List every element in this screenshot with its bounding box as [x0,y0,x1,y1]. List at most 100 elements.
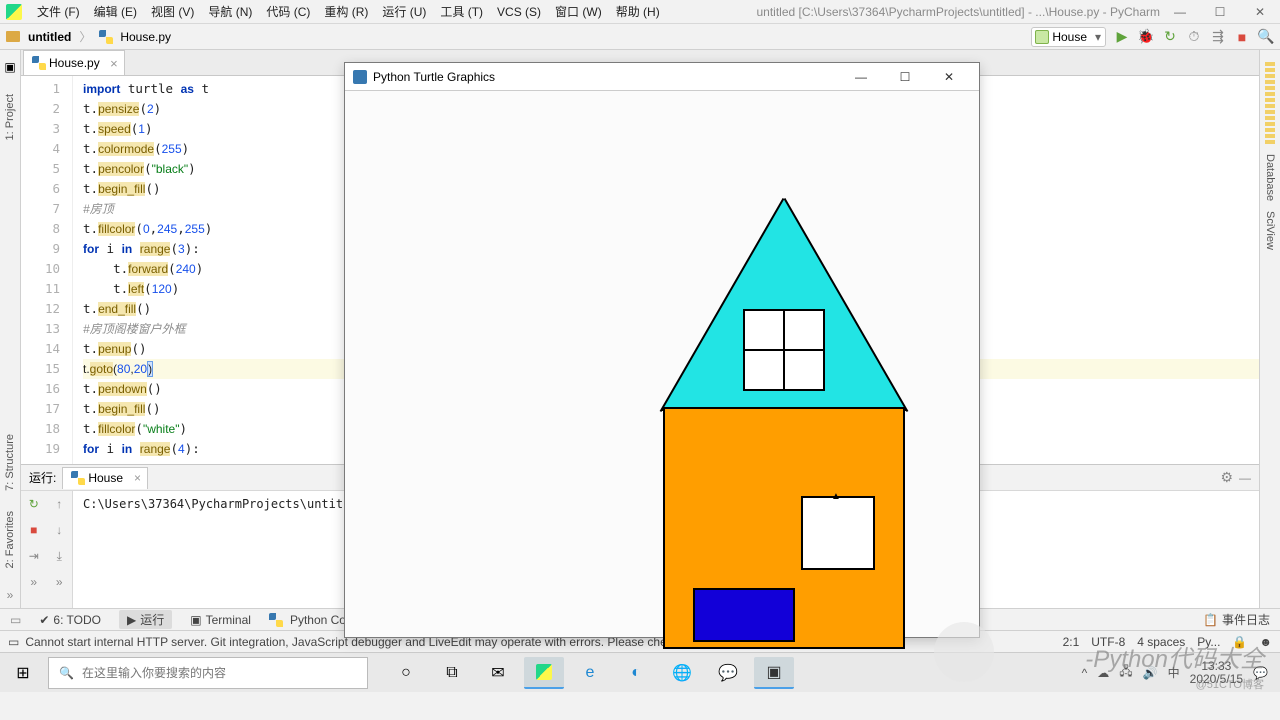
menu-window[interactable]: 窗口 (W) [548,1,609,22]
file-encoding[interactable]: UTF-8 [1091,635,1125,649]
attach-button[interactable]: ⇶ [1210,29,1226,45]
project-tool-label[interactable]: 1: Project [4,94,16,140]
project-tool-icon[interactable]: ▣ [4,60,15,74]
ime-icon[interactable]: 中 [1168,664,1180,681]
turtle-title: Python Turtle Graphics [373,70,495,84]
more-icon[interactable]: » [56,575,63,589]
debug-button[interactable]: 🐞 [1138,29,1154,45]
turtle-close-button[interactable]: ✕ [927,63,971,91]
interpreter-info[interactable]: Py... [1197,635,1220,649]
side-window-shape [801,496,875,570]
run-config-selector[interactable]: House [1031,27,1106,47]
terminal-tab[interactable]: ▣ Terminal [190,613,251,627]
wechat-icon[interactable]: 💬 [708,657,748,689]
menu-navigate[interactable]: 导航 (N) [201,1,259,22]
chrome-icon[interactable]: 🌐 [662,657,702,689]
turtle-canvas: ▲ [345,91,979,637]
breadcrumb-file[interactable]: House.py [120,30,171,44]
right-tool-stripe[interactable]: Database SciView [1259,50,1280,608]
close-button[interactable]: ✕ [1240,0,1280,26]
minimize-button[interactable]: — [1160,0,1200,26]
turtle-app-icon [353,70,367,84]
python-file-icon [99,30,113,44]
line-number-gutter[interactable]: 12345678910111213141516171819 [21,76,73,464]
breadcrumb-separator: 〉 [79,28,91,45]
run-button[interactable]: ▶ [1114,29,1130,45]
turtle-cursor: ▲ [831,491,841,502]
indent-info[interactable]: 4 spaces [1137,635,1185,649]
run-tab[interactable]: House × [62,467,148,489]
todo-tab[interactable]: ✔ 6: TODO [39,613,101,627]
caret-position[interactable]: 2:1 [1063,635,1080,649]
close-run-tab-icon[interactable]: × [134,471,141,485]
search-placeholder: 在这里输入你要搜索的内容 [82,664,226,681]
turtle-maximize-button[interactable]: ☐ [883,63,927,91]
stop-button[interactable]: ■ [1234,29,1250,45]
menu-code[interactable]: 代码 (C) [259,1,317,22]
run-tab-bottom[interactable]: ▶ 运行 [119,610,172,629]
close-tab-icon[interactable]: × [110,56,118,71]
error-stripe[interactable] [1265,62,1275,144]
down-icon[interactable]: ↓ [56,523,62,537]
network-icon[interactable]: 🖧 [1119,662,1132,683]
stop-process-icon[interactable]: ■ [30,523,37,537]
pycharm-task-icon[interactable] [524,657,564,689]
hector-icon[interactable]: ☻ [1259,635,1272,649]
database-tool-label[interactable]: Database [1264,154,1276,201]
run-minimize-icon[interactable]: — [1239,471,1251,485]
ie-icon[interactable]: e [570,657,610,689]
structure-tool-label[interactable]: 7: Structure [4,434,16,491]
menu-refactor[interactable]: 重构 (R) [317,1,375,22]
editor-tab-house[interactable]: House.py × [23,50,125,75]
menu-edit[interactable]: 编辑 (E) [87,1,144,22]
menu-file[interactable]: 文件 (F) [30,1,87,22]
run-settings-icon[interactable]: ⚙ [1220,469,1233,486]
collapse-icon[interactable]: » [7,588,14,602]
editor-tab-label: House.py [49,56,100,70]
sciview-tool-label[interactable]: SciView [1264,211,1276,250]
breadcrumb-project[interactable]: untitled [28,30,71,44]
taskview-icon[interactable]: ⧉ [432,657,472,689]
run-with-coverage-button[interactable]: ↻ [1162,29,1178,45]
cortana-icon[interactable]: ○ [386,657,426,689]
run-tab-label: House [88,471,123,485]
event-log-tab[interactable]: 📋 事件日志 [1203,611,1270,628]
taskbar-search[interactable]: 🔍 在这里输入你要搜索的内容 [48,657,368,689]
run-toolbar[interactable]: ↻ ↑ ■ ↓ ⇥ ⤓ » » [21,491,73,608]
tray-expand-icon[interactable]: ^ [1082,666,1088,680]
windows-taskbar[interactable]: ⊞ 🔍 在这里输入你要搜索的内容 ○ ⧉ ✉ e ◐ 🌐 💬 ▣ ^ ☁ 🖧 🔊… [0,652,1280,692]
menu-tools[interactable]: 工具 (T) [433,1,490,22]
maximize-button[interactable]: ☐ [1200,0,1240,26]
menu-help[interactable]: 帮助 (H) [609,1,667,22]
lock-icon[interactable]: 🔒 [1232,635,1247,649]
left-tool-stripe[interactable]: ▣ 1: Project 7: Structure 2: Favorites » [0,50,21,608]
menubar[interactable]: 文件 (F) 编辑 (E) 视图 (V) 导航 (N) 代码 (C) 重构 (R… [0,0,1280,24]
volume-icon[interactable]: 🔊 [1143,666,1158,680]
scroll-icon[interactable]: ⤓ [57,549,62,564]
edge-icon[interactable]: ◐ [616,657,656,689]
up-icon[interactable]: ↑ [56,497,62,511]
menu-run[interactable]: 运行 (U) [375,1,433,22]
python-file-icon [71,471,85,485]
mail-icon[interactable]: ✉ [478,657,518,689]
profile-button[interactable]: ⏱ [1186,29,1202,45]
rerun-icon[interactable]: ↻ [29,497,39,511]
menu-view[interactable]: 视图 (V) [144,1,201,22]
python-task-icon[interactable]: ▣ [754,657,794,689]
turtle-titlebar[interactable]: Python Turtle Graphics — ☐ ✕ [345,63,979,91]
expand-icon[interactable]: » [30,575,37,589]
attic-window-shape [743,309,825,391]
toggle-soft-wrap-icon[interactable]: ⇥ [29,549,39,563]
hide-icon[interactable]: ▭ [10,613,21,627]
onedrive-icon[interactable]: ☁ [1097,666,1109,680]
search-everywhere-button[interactable]: 🔍 [1258,29,1274,45]
folder-icon [6,31,20,42]
python-file-icon [32,56,46,70]
turtle-window[interactable]: Python Turtle Graphics — ☐ ✕ ▲ [344,62,980,638]
window-title: untitled [C:\Users\37364\PycharmProjects… [757,5,1161,19]
start-button[interactable]: ⊞ [0,653,46,693]
turtle-minimize-button[interactable]: — [839,63,883,91]
menu-vcs[interactable]: VCS (S) [490,3,548,21]
favorites-tool-label[interactable]: 2: Favorites [4,511,16,568]
breadcrumb[interactable]: untitled 〉 House.py [6,28,171,45]
